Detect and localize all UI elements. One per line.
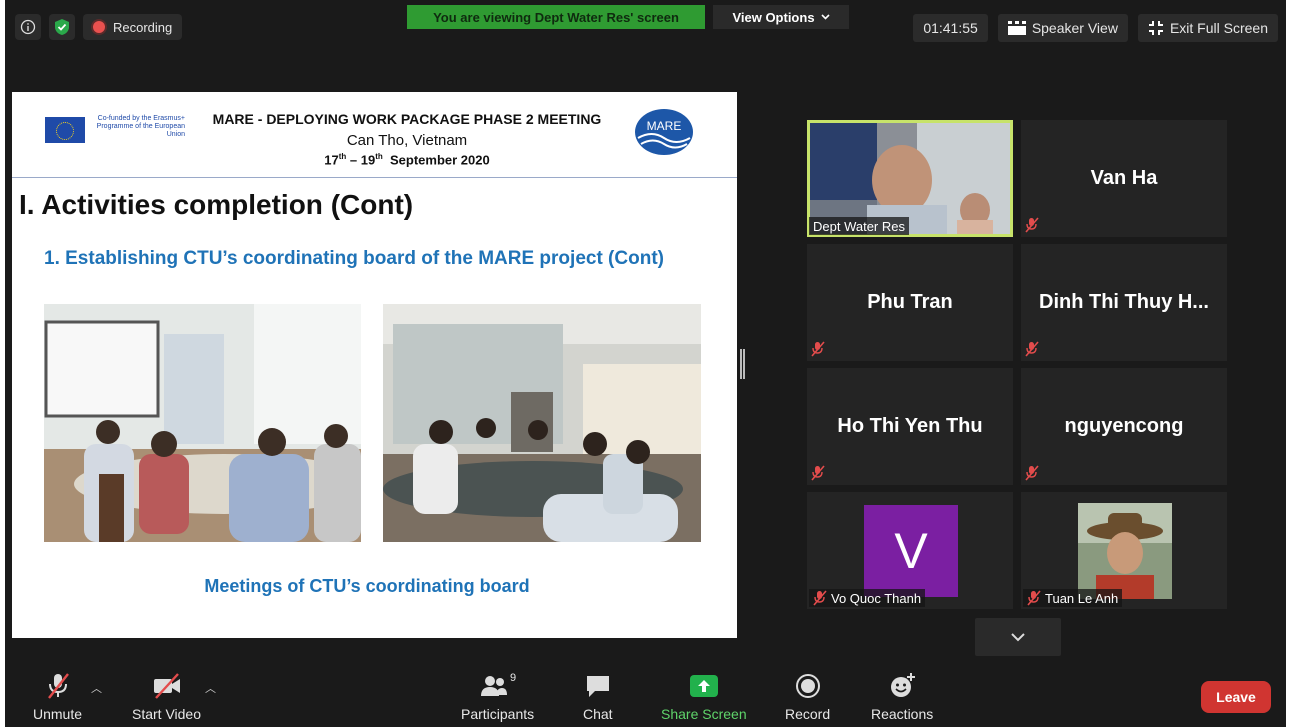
exit-full-screen-button[interactable]: Exit Full Screen <box>1137 14 1278 42</box>
participant-tile-dinh-thi-thuy[interactable]: Dinh Thi Thuy H... <box>1021 244 1227 361</box>
share-screen-button[interactable]: Share Screen <box>661 672 747 722</box>
participant-tile-ho-thi-yen-thu[interactable]: Ho Thi Yen Thu <box>807 368 1013 485</box>
record-button[interactable]: Record <box>785 672 830 722</box>
speaker-view-icon <box>1007 21 1026 35</box>
audio-options-caret[interactable]: ︿ <box>91 680 102 696</box>
start-video-button[interactable]: Start Video <box>132 672 201 722</box>
chat-button[interactable]: Chat <box>583 672 613 722</box>
participants-icon <box>481 676 508 696</box>
participants-count: 9 <box>510 672 517 684</box>
chevron-down-icon <box>1011 633 1025 642</box>
participant-tile-nguyencong[interactable]: nguyencong <box>1021 368 1227 485</box>
date-start: 17 <box>324 152 339 168</box>
meeting-photo-2 <box>383 304 701 542</box>
participants-icon-wrap: 9 <box>479 672 516 700</box>
participant-name: Phu Tran <box>867 291 953 313</box>
info-icon[interactable] <box>15 14 41 40</box>
video-options-caret[interactable]: ︿ <box>205 680 216 696</box>
unmute-label: Unmute <box>33 706 83 722</box>
speaker-view-label: Speaker View <box>1031 20 1118 36</box>
zoom-window: Recording You are viewing Dept Water Res… <box>5 0 1286 727</box>
eu-flag-logo <box>45 117 85 143</box>
top-right-controls: 01:41:55 Speaker View Exit Full Screen <box>913 14 1278 42</box>
mic-muted-icon <box>811 465 825 481</box>
mic-muted-icon <box>47 673 69 699</box>
panel-resize-handle[interactable] <box>740 349 745 379</box>
slide-header-place: Can Tho, Vietnam <box>346 132 468 149</box>
mic-muted-icon <box>813 590 827 606</box>
chevron-down-icon <box>820 14 830 20</box>
participant-name: Van Ha <box>1090 167 1158 189</box>
meeting-toolbar: Unmute ︿ Start Video ︿ 9 Participants Ch… <box>5 662 1286 727</box>
participant-name-label: Vo Quoc Thanh <box>809 589 926 607</box>
slide-subheading: 1. Establishing CTU’s coordinating board… <box>44 248 664 269</box>
participant-name: Dinh Thi Thuy H... <box>1039 291 1209 313</box>
meeting-timer: 01:41:55 <box>913 14 988 42</box>
participant-name: Tuan Le Anh <box>1045 590 1119 606</box>
slide-header-date: 17th – 19th September 2020 <box>202 152 612 167</box>
slide-heading: I. Activities completion (Cont) <box>19 189 414 220</box>
record-icon <box>795 674 820 698</box>
participant-tile-phu-tran[interactable]: Phu Tran <box>807 244 1013 361</box>
reactions-label: Reactions <box>871 706 934 722</box>
participant-name: nguyencong <box>1064 415 1184 437</box>
slide-caption: Meetings of CTU’s coordinating board <box>204 576 530 596</box>
participant-tile-van-ha[interactable]: Van Ha <box>1021 120 1227 237</box>
date-sup-2: th <box>375 152 383 161</box>
slide-header-title: MARE - DEPLOYING WORK PACKAGE PHASE 2 ME… <box>212 111 602 127</box>
participant-name: Ho Thi Yen Thu <box>837 415 983 437</box>
viewing-screen-banner: You are viewing Dept Water Res' screen <box>407 5 705 29</box>
date-mid: – 19 <box>346 152 376 168</box>
participant-name-label: Dept Water Res <box>809 217 909 235</box>
leave-button[interactable]: Leave <box>1201 681 1271 713</box>
recording-label: Recording <box>113 19 173 35</box>
shared-screen-slide: Co-funded by the Erasmus+ Programme of t… <box>12 92 737 638</box>
participants-button[interactable]: 9 Participants <box>461 672 534 722</box>
mare-logo: MARE <box>634 108 694 156</box>
mic-muted-icon <box>811 341 825 357</box>
recording-indicator[interactable]: Recording <box>83 14 183 40</box>
svg-text:MARE: MARE <box>647 119 682 133</box>
eu-cofunded-text: Co-funded by the Erasmus+ Programme of t… <box>96 115 185 138</box>
video-off-icon <box>153 673 180 699</box>
participant-name: Vo Quoc Thanh <box>831 590 922 606</box>
exit-full-screen-icon <box>1148 21 1163 35</box>
record-label: Record <box>785 706 831 722</box>
avatar: V <box>864 505 958 597</box>
meeting-photo-1 <box>44 304 361 542</box>
top-bar: Recording You are viewing Dept Water Res… <box>5 0 1286 56</box>
speaker-view-button[interactable]: Speaker View <box>997 14 1128 42</box>
share-screen-label: Share Screen <box>661 706 747 722</box>
participant-tile-vo-quoc-thanh[interactable]: V Vo Quoc Thanh <box>807 492 1013 609</box>
top-left-controls: Recording <box>15 14 183 40</box>
participant-tile-dept-water-res[interactable]: Dept Water Res <box>807 120 1013 237</box>
view-options-button[interactable]: View Options <box>713 5 849 29</box>
mic-muted-icon <box>1025 465 1039 481</box>
participants-label: Participants <box>461 706 535 722</box>
record-dot-icon <box>93 21 105 33</box>
reactions-button[interactable]: Reactions <box>871 672 933 722</box>
mic-muted-icon <box>1025 341 1039 357</box>
shield-check-icon[interactable] <box>49 14 75 40</box>
participant-name: Dept Water Res <box>813 218 905 234</box>
mic-muted-icon <box>1025 217 1039 233</box>
slide-header-divider <box>12 177 737 178</box>
mic-muted-icon <box>1027 590 1041 606</box>
share-screen-icon <box>689 675 718 697</box>
participant-tile-tuan-le-anh[interactable]: Tuan Le Anh <box>1021 492 1227 609</box>
date-end: September 2020 <box>382 152 490 168</box>
reactions-icon <box>891 673 916 697</box>
chat-icon <box>586 676 609 697</box>
avatar <box>1078 503 1172 599</box>
unmute-button[interactable]: Unmute <box>33 672 82 722</box>
view-options-label: View Options <box>732 9 815 25</box>
participant-name-label: Tuan Le Anh <box>1023 589 1123 607</box>
exit-full-screen-label: Exit Full Screen <box>1169 20 1268 36</box>
chat-label: Chat <box>583 706 613 722</box>
start-video-label: Start Video <box>132 706 202 722</box>
gallery-next-page-button[interactable] <box>975 618 1061 656</box>
